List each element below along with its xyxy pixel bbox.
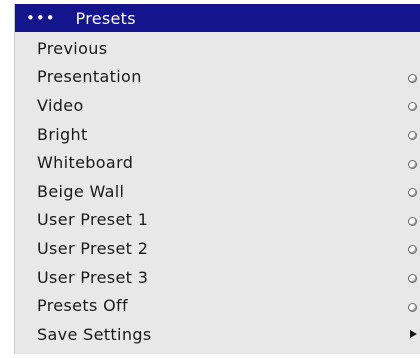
menu-item-label: Save Settings: [37, 324, 152, 344]
radio-button-icon[interactable]: [408, 188, 417, 198]
menu-item-bright[interactable]: Bright: [15, 120, 420, 149]
menu-item-label: User Preset 2: [37, 238, 149, 258]
menu-item-user-preset-1[interactable]: User Preset 1: [15, 206, 420, 235]
menu-item-label: Bright: [37, 124, 88, 144]
menu-header: ••• Presets: [15, 4, 420, 32]
menu-item-label: Beige Wall: [37, 181, 125, 201]
menu-item-save-settings[interactable]: Save Settings: [15, 320, 420, 349]
menu-item-label: Presets Off: [37, 296, 129, 316]
menu-item-label: Whiteboard: [37, 153, 134, 173]
radio-button-icon[interactable]: [408, 245, 417, 255]
radio-button-icon[interactable]: [408, 216, 417, 226]
radio-button-icon[interactable]: [408, 274, 417, 284]
menu-dots-icon: •••: [26, 8, 56, 27]
menu-item-label: User Preset 1: [37, 210, 149, 230]
menu-item-user-preset-3[interactable]: User Preset 3: [15, 263, 420, 292]
menu-item-video[interactable]: Video: [15, 91, 420, 120]
menu-item-whiteboard[interactable]: Whiteboard: [15, 148, 420, 177]
radio-button-icon[interactable]: [408, 159, 417, 169]
menu-item-beige-wall[interactable]: Beige Wall: [15, 177, 420, 206]
menu-item-label: User Preset 3: [37, 267, 149, 287]
radio-button-icon[interactable]: [408, 131, 417, 141]
radio-button-icon[interactable]: [408, 73, 417, 83]
radio-button-icon[interactable]: [408, 102, 417, 112]
menu-item-previous[interactable]: Previous: [15, 34, 420, 63]
menu-title: Presets: [75, 8, 136, 28]
menu-item-user-preset-2[interactable]: User Preset 2: [15, 234, 420, 263]
presets-menu-panel: ••• Presets Previous Presentation Video …: [14, 4, 420, 354]
menu-item-label: Previous: [37, 38, 108, 58]
menu-list: Previous Presentation Video Bright White…: [15, 34, 420, 349]
radio-button-icon[interactable]: [408, 302, 417, 312]
menu-item-label: Video: [37, 95, 84, 115]
submenu-arrow-icon: [410, 330, 417, 339]
menu-item-presentation[interactable]: Presentation: [15, 63, 420, 92]
menu-item-presets-off[interactable]: Presets Off: [15, 291, 420, 320]
menu-item-label: Presentation: [37, 67, 142, 87]
